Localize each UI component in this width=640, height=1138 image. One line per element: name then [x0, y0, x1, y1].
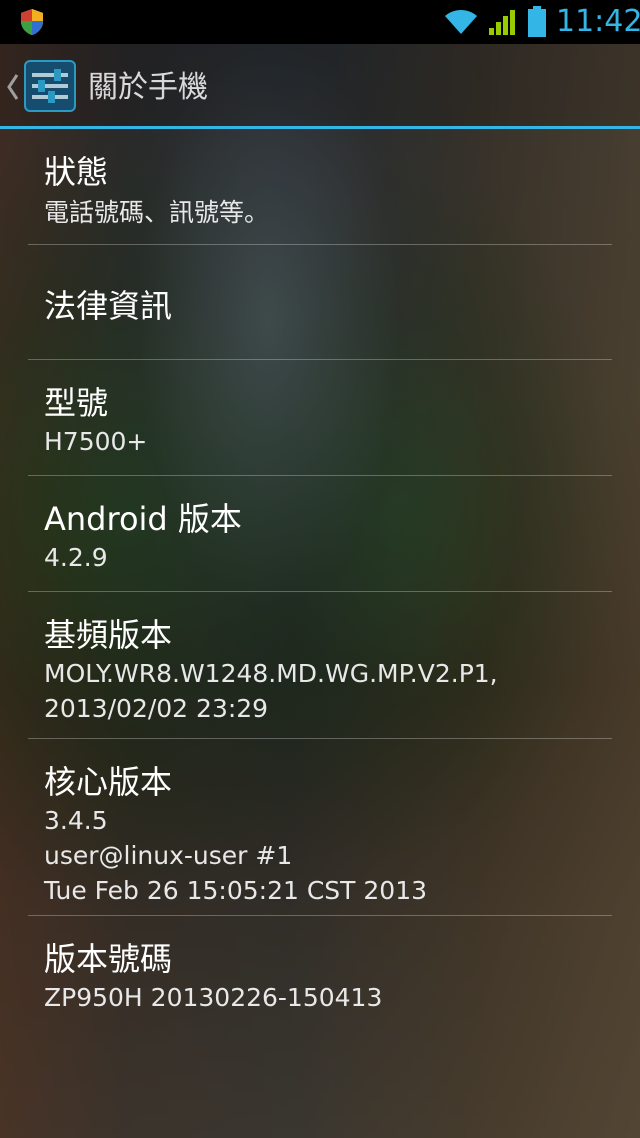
item-summary: H7500+ [44, 427, 148, 456]
item-summary: 4.2.9 [44, 543, 108, 572]
shield-icon [21, 9, 43, 35]
item-title: Android 版本 [44, 500, 242, 538]
list-item-baseband-version[interactable]: 基頻版本 MOLY.WR8.W1248.MD.WG.MP.V2.P1, 2013… [0, 592, 640, 738]
item-title: 基頻版本 [44, 616, 173, 654]
list-item-status[interactable]: 狀態 電話號碼、訊號等。 [0, 129, 640, 244]
item-title: 法律資訊 [44, 287, 173, 325]
item-summary: MOLY.WR8.W1248.MD.WG.MP.V2.P1, 2013/02/0… [44, 659, 498, 723]
battery-icon [528, 6, 546, 37]
status-bar: 11:42 [0, 0, 640, 44]
status-clock: 11:42 [556, 4, 640, 39]
list-item-kernel-version[interactable]: 核心版本 3.4.5 user@linux-user #1 Tue Feb 26… [0, 739, 640, 915]
item-title: 核心版本 [44, 763, 173, 801]
list-item-model[interactable]: 型號 H7500+ [0, 360, 640, 475]
item-summary: 3.4.5 user@linux-user #1 Tue Feb 26 15:0… [44, 806, 428, 905]
item-summary: ZP950H 20130226-150413 [44, 983, 383, 1012]
list-item-legal-info[interactable]: 法律資訊 [0, 245, 640, 359]
list-item-build-number[interactable]: 版本號碼 ZP950H 20130226-150413 [0, 916, 640, 1031]
item-title: 型號 [44, 384, 109, 422]
list-item-android-version[interactable]: Android 版本 4.2.9 [0, 476, 640, 591]
item-summary: 電話號碼、訊號等。 [44, 198, 270, 227]
wifi-icon [445, 10, 477, 34]
action-bar[interactable] [0, 44, 640, 126]
item-title: 狀態 [44, 153, 109, 191]
item-title: 版本號碼 [44, 940, 173, 978]
signal-icon [489, 10, 515, 35]
